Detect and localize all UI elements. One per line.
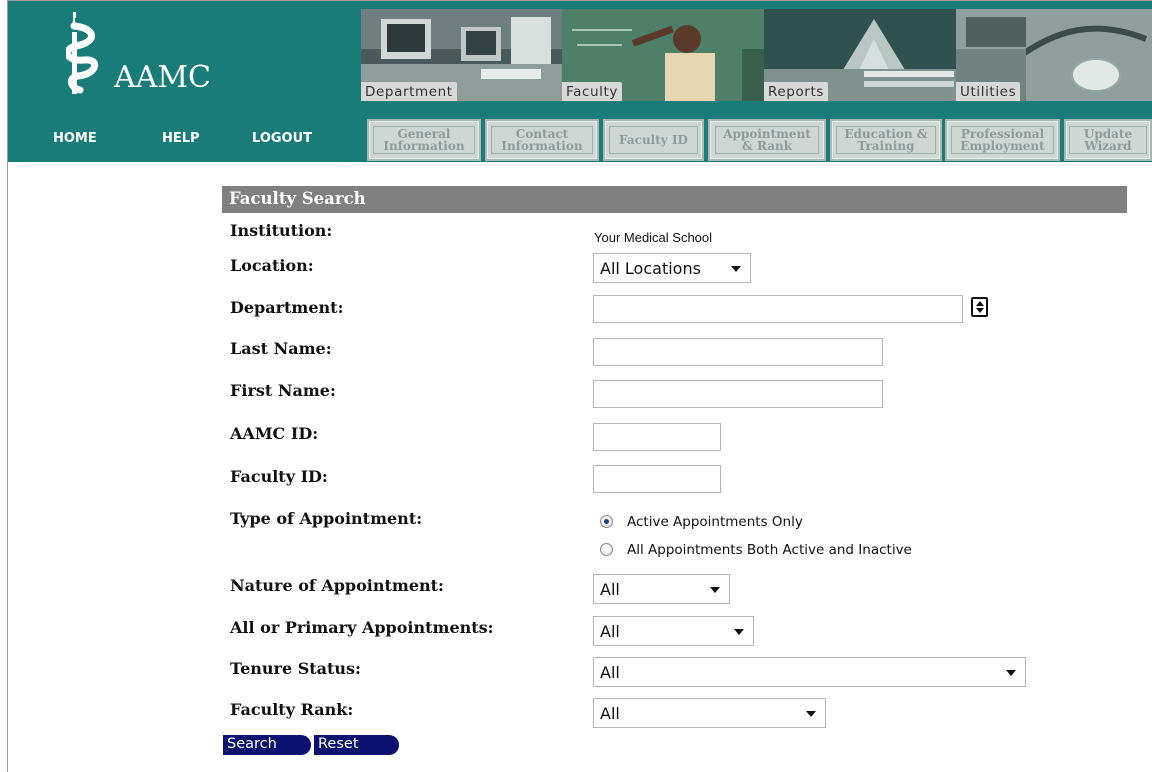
all-or-primary-label: All or Primary Appointments: (230, 618, 494, 637)
department-picker-spin-icon[interactable] (971, 297, 988, 317)
faculty-search-title: Faculty Search (222, 186, 1127, 213)
first-name-input[interactable] (593, 380, 883, 408)
nature-of-appointment-select[interactable]: All (593, 574, 730, 604)
tenure-select-value: All (600, 663, 620, 682)
caduceus-logo-icon (66, 12, 98, 94)
section-tab-label: Reports (764, 82, 828, 101)
aamc-id-input[interactable] (593, 423, 721, 451)
institution-value: Your Medical School (594, 230, 713, 245)
faculty-id-input[interactable] (593, 465, 721, 493)
first-name-label: First Name: (230, 381, 336, 400)
section-tab-label: Utilities (956, 82, 1021, 101)
section-tab-label: Department (361, 82, 457, 101)
nav-logout-link[interactable]: LOGOUT (252, 131, 312, 146)
last-name-label: Last Name: (230, 339, 332, 358)
subtab-label: General Information (373, 125, 475, 155)
chevron-down-icon (806, 711, 816, 717)
faculty-rank-select[interactable]: All (593, 698, 826, 728)
appointment-type-radio-all[interactable] (600, 543, 613, 556)
faculty-id-label: Faculty ID: (230, 467, 328, 486)
appointment-type-option-label: All Appointments Both Active and Inactiv… (627, 542, 912, 558)
subtab-label: Education & Training (836, 125, 936, 155)
faculty-rank-label: Faculty Rank: (230, 700, 354, 719)
rank-select-value: All (600, 704, 620, 723)
reset-button[interactable]: Reset (314, 735, 399, 755)
department-input[interactable] (593, 295, 963, 323)
subtab-label: Faculty ID (608, 125, 699, 155)
nature-of-appointment-label: Nature of Appointment: (230, 576, 444, 595)
department-label: Department: (230, 298, 344, 317)
section-tab-faculty[interactable]: Faculty (562, 9, 764, 101)
spin-up-icon (976, 301, 984, 306)
appointment-type-label: Type of Appointment: (230, 509, 423, 528)
header-banner: AAMC Department Faculty Reports Utilitie… (8, 1, 1152, 162)
subtab-appointment-rank[interactable]: Appointment & Rank (708, 119, 826, 161)
chevron-down-icon (731, 266, 741, 272)
aamc-logo-text[interactable]: AAMC (114, 60, 211, 95)
subtab-label: Contact Information (491, 125, 593, 155)
spin-down-icon (976, 308, 984, 313)
all-or-primary-select[interactable]: All (593, 616, 754, 646)
aamc-id-label: AAMC ID: (230, 424, 319, 443)
institution-label: Institution: (230, 221, 333, 240)
appointment-type-radio-active[interactable] (600, 515, 613, 528)
subtab-general-information[interactable]: General Information (367, 119, 481, 161)
section-tab-reports[interactable]: Reports (764, 9, 956, 101)
tenure-status-label: Tenure Status: (230, 659, 361, 678)
subtab-label: Professional Employment (951, 125, 1054, 155)
subtab-professional-employment[interactable]: Professional Employment (945, 119, 1060, 161)
section-tab-label: Faculty (562, 82, 623, 101)
section-tab-department[interactable]: Department (361, 9, 562, 101)
all-primary-select-value: All (600, 622, 620, 641)
appointment-type-option-label: Active Appointments Only (627, 514, 803, 530)
tenure-status-select[interactable]: All (593, 657, 1026, 687)
subtab-label: Appointment & Rank (714, 125, 820, 155)
subtab-contact-information[interactable]: Contact Information (485, 119, 599, 161)
chevron-down-icon (734, 629, 744, 635)
nav-help-link[interactable]: HELP (162, 131, 200, 146)
nav-home-link[interactable]: HOME (53, 131, 97, 146)
subtab-faculty-id[interactable]: Faculty ID (603, 119, 704, 161)
chevron-down-icon (1006, 670, 1016, 676)
location-select-value: All Locations (600, 259, 701, 278)
search-button[interactable]: Search (223, 735, 311, 755)
subtab-label: Update Wizard (1069, 125, 1147, 155)
location-select[interactable]: All Locations (593, 253, 751, 283)
last-name-input[interactable] (593, 338, 883, 366)
chevron-down-icon (710, 587, 720, 593)
subtab-education-training[interactable]: Education & Training (830, 119, 942, 161)
nature-select-value: All (600, 580, 620, 599)
section-tab-utilities[interactable]: Utilities (956, 9, 1152, 101)
subtab-update-wizard[interactable]: Update Wizard (1064, 119, 1152, 161)
location-label: Location: (230, 256, 314, 275)
